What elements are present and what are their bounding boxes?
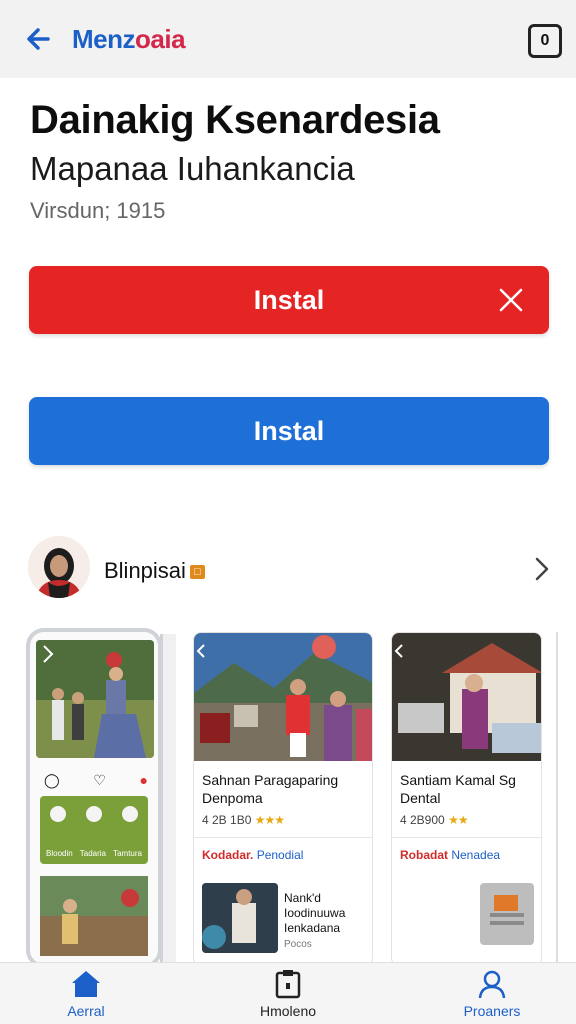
category-label-3: Tamtura <box>113 849 142 858</box>
brand-logo-part2: oaia <box>135 24 186 54</box>
card-2-thumbnail[interactable] <box>480 883 534 945</box>
category-icon-2[interactable] <box>86 806 102 822</box>
screenshot-phone[interactable]: ◯ ♡ ● Bloodin Tadaria Tamtura <box>26 628 162 962</box>
card-1-mini-scene <box>202 883 278 953</box>
nav-home-label: Aerral <box>67 1003 105 1019</box>
category-label-1: Bloodin <box>46 849 73 858</box>
card-1-rating-text: 4 2B 1B0 <box>202 813 252 827</box>
card-2-link-blue[interactable]: Nenadea <box>451 848 500 862</box>
install-button-blue[interactable]: Instal <box>29 397 549 465</box>
phone-hero-scene <box>36 640 154 758</box>
category-label-2: Tadaria <box>79 849 107 858</box>
card-1-image <box>194 633 372 761</box>
phone-hero-image <box>36 640 154 758</box>
card-2-thumbnail-icon <box>490 895 524 925</box>
card-1-link-red[interactable]: Kodadar. <box>202 848 253 862</box>
screenshot-card-3-edge <box>556 632 576 962</box>
card-1-mini-sub: Pocos <box>284 939 312 950</box>
nav-updates[interactable]: Hmoleno <box>228 969 348 1019</box>
card-1-link-blue[interactable]: Penodial <box>257 848 304 862</box>
screenshots-carousel[interactable]: ◯ ♡ ● Bloodin Tadaria Tamtura Sahnan Par… <box>0 628 576 962</box>
card-1-rating: 4 2B 1B0 ★★★ <box>194 807 372 833</box>
card-2-divider <box>392 837 541 838</box>
card-2-rating: 4 2B900 ★★ <box>392 807 541 833</box>
developer-name-text: Blinpisai <box>104 558 186 583</box>
brand-logo-part1: Menz <box>72 24 136 54</box>
install-button-red-label: Instal <box>253 284 325 315</box>
install-button-blue-label: Instal <box>253 415 325 446</box>
phone-bottom-image <box>40 876 148 956</box>
chevron-right-icon[interactable] <box>530 554 554 584</box>
category-icon-1[interactable] <box>50 806 66 822</box>
share-icon[interactable]: ◯ <box>44 772 60 789</box>
card-2-title: Santiam Kamal Sg Dental <box>400 772 516 806</box>
app-subtitle: Mapanaa Iuhankancia <box>30 150 355 187</box>
screenshot-icon[interactable]: 0 <box>528 24 562 58</box>
nav-profile-label: Proaners <box>463 1003 521 1019</box>
nav-updates-label: Hmoleno <box>259 1003 317 1019</box>
avatar-portrait-icon <box>28 536 90 598</box>
close-icon[interactable] <box>495 284 527 316</box>
card-2-scene <box>392 633 541 761</box>
developer-row[interactable]: Blinpisai □ <box>28 536 558 602</box>
phone-green-panel: Bloodin Tadaria Tamtura <box>40 796 148 864</box>
bookmark-icon[interactable]: ♡ <box>93 772 106 789</box>
top-app-bar: Menzoaia 0 <box>0 0 576 78</box>
phone-bottom-scene <box>40 876 148 956</box>
nav-home[interactable]: Aerral <box>26 969 146 1019</box>
developer-badge: □ <box>189 565 205 580</box>
card-2-rating-text: 4 2B900 <box>400 813 445 827</box>
card-1-links: Kodadar. Penodial <box>194 842 372 868</box>
category-icon-3[interactable] <box>122 806 138 822</box>
install-button-red[interactable]: Instal <box>29 266 549 334</box>
card-1-mini-image[interactable] <box>202 883 278 953</box>
star-icon: ★★★ <box>254 813 285 827</box>
bottom-navigation: Aerral Hmoleno Proaners <box>0 962 576 1024</box>
app-version: Virsdun; 1915 <box>30 198 166 223</box>
card-1-title: Sahnan Paragaparing Denpoma <box>202 772 339 806</box>
screenshot-phone-edge <box>160 634 176 962</box>
star-icon: ★★ <box>448 813 468 827</box>
card-2-link-red[interactable]: Robadat <box>400 848 448 862</box>
clipboard-icon <box>275 970 301 999</box>
screenshot-icon-glyph: 0 <box>540 32 550 49</box>
developer-name: Blinpisai □ <box>104 558 205 584</box>
nav-profile[interactable]: Proaners <box>432 969 552 1019</box>
phone-green-labels: Bloodin Tadaria Tamtura <box>46 849 142 858</box>
brand-logo: Menzoaia <box>72 24 186 55</box>
screenshot-card-2[interactable]: Santiam Kamal Sg Dental 4 2B900 ★★ Robad… <box>391 632 542 962</box>
card-1-mini-title: Nank'd Ioodinuuwa Ienkadana <box>284 891 346 935</box>
back-arrow-icon[interactable] <box>22 22 56 56</box>
app-title: Dainakig Ksenardesia <box>30 98 440 142</box>
home-icon <box>72 971 100 997</box>
card-1-divider <box>194 837 372 838</box>
card-1-scene <box>194 633 372 761</box>
card-2-image <box>392 633 541 761</box>
phone-action-icons: ◯ ♡ ● <box>44 772 148 789</box>
screenshot-card-1[interactable]: Sahnan Paragaparing Denpoma 4 2B 1B0 ★★★… <box>193 632 373 962</box>
phone-green-icons <box>50 806 138 822</box>
record-icon[interactable]: ● <box>140 772 148 789</box>
avatar <box>28 536 90 598</box>
person-icon <box>478 970 506 999</box>
card-2-links: Robadat Nenadea <box>392 842 541 868</box>
